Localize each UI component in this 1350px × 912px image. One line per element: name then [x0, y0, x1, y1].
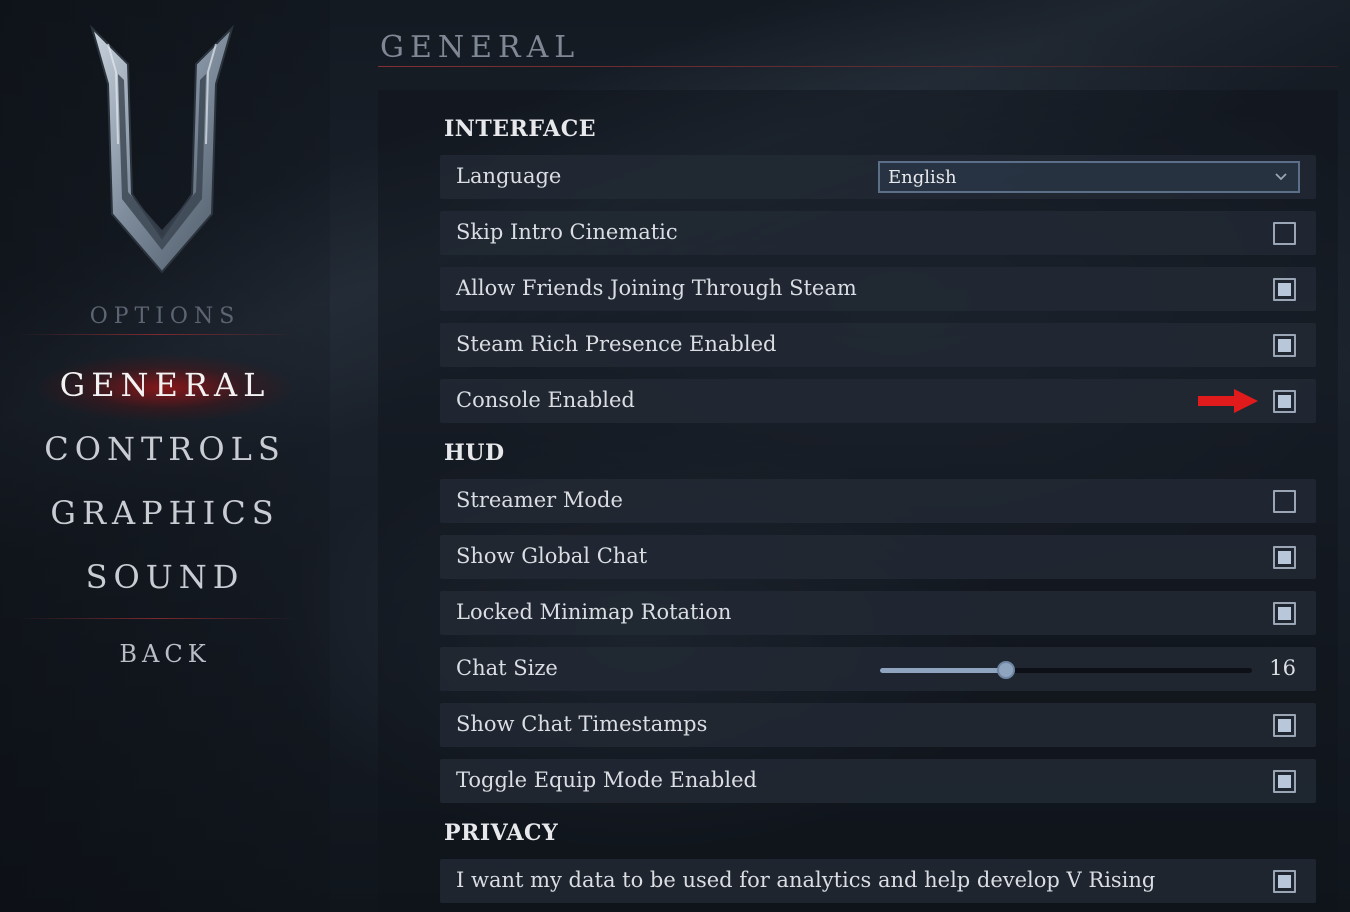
- dropdown-value: English: [888, 167, 957, 188]
- setting-row-steam-rich-presence: Steam Rich Presence Enabled: [440, 323, 1316, 367]
- chat-size-value: 16: [1269, 656, 1296, 680]
- global-chat-checkbox[interactable]: [1273, 546, 1296, 569]
- slider-handle[interactable]: [997, 661, 1016, 679]
- red-arrow-icon: [1198, 389, 1258, 413]
- setting-label: Streamer Mode: [456, 488, 623, 512]
- setting-row-allow-friends: Allow Friends Joining Through Steam: [440, 267, 1316, 311]
- checkbox-fill: [1278, 551, 1291, 564]
- allow-friends-checkbox[interactable]: [1273, 278, 1296, 301]
- chevron-down-icon: [1275, 173, 1287, 181]
- v-rising-logo-icon: [89, 24, 235, 274]
- setting-row-chat-timestamps: Show Chat Timestamps: [440, 703, 1316, 747]
- setting-row-console-enabled: Console Enabled: [440, 379, 1316, 423]
- steam-rich-presence-checkbox[interactable]: [1273, 334, 1296, 357]
- setting-label: Locked Minimap Rotation: [456, 600, 732, 624]
- setting-label: Steam Rich Presence Enabled: [456, 332, 777, 356]
- setting-label: Language: [456, 164, 562, 188]
- checkbox-fill: [1278, 719, 1291, 732]
- setting-label: Show Chat Timestamps: [456, 712, 708, 736]
- setting-row-chat-size: Chat Size 16: [440, 647, 1316, 691]
- chat-size-slider[interactable]: [880, 661, 1252, 679]
- setting-row-skip-intro: Skip Intro Cinematic: [440, 211, 1316, 255]
- nav-general[interactable]: GENERAL: [0, 366, 330, 404]
- section-title-privacy: PRIVACY: [444, 820, 559, 846]
- equip-mode-checkbox[interactable]: [1273, 770, 1296, 793]
- setting-label: Chat Size: [456, 656, 558, 680]
- options-label: OPTIONS: [89, 304, 241, 329]
- section-title-interface: INTERFACE: [444, 116, 597, 142]
- streamer-mode-checkbox[interactable]: [1273, 490, 1296, 513]
- checkbox-fill: [1278, 395, 1291, 408]
- setting-row-language: Language English: [440, 155, 1316, 199]
- setting-label: Skip Intro Cinematic: [456, 220, 678, 244]
- checkbox-fill: [1278, 875, 1291, 888]
- setting-row-minimap-rotation: Locked Minimap Rotation: [440, 591, 1316, 635]
- page-title: GENERAL: [380, 30, 581, 65]
- language-dropdown[interactable]: English: [878, 161, 1300, 193]
- analytics-checkbox[interactable]: [1273, 870, 1296, 893]
- console-enabled-checkbox[interactable]: [1273, 390, 1296, 413]
- sidebar-divider-top: [16, 334, 298, 335]
- checkbox-fill: [1278, 607, 1291, 620]
- checkbox-fill: [1278, 339, 1291, 352]
- checkbox-fill: [1278, 775, 1291, 788]
- setting-label: Show Global Chat: [456, 544, 648, 568]
- setting-row-streamer-mode: Streamer Mode: [440, 479, 1316, 523]
- setting-label: Allow Friends Joining Through Steam: [456, 276, 857, 300]
- nav-controls[interactable]: CONTROLS: [0, 430, 330, 468]
- checkbox-fill: [1278, 283, 1291, 296]
- minimap-rotation-checkbox[interactable]: [1273, 602, 1296, 625]
- section-title-hud: HUD: [444, 440, 505, 466]
- title-divider: [378, 66, 1338, 67]
- nav-graphics[interactable]: GRAPHICS: [0, 494, 330, 532]
- setting-row-global-chat: Show Global Chat: [440, 535, 1316, 579]
- setting-label: Toggle Equip Mode Enabled: [456, 768, 757, 792]
- setting-label: I want my data to be used for analytics …: [456, 868, 1156, 892]
- setting-row-analytics: I want my data to be used for analytics …: [440, 859, 1316, 903]
- skip-intro-checkbox[interactable]: [1273, 222, 1296, 245]
- sidebar: OPTIONS GENERAL CONTROLS GRAPHICS SOUND …: [0, 0, 330, 912]
- chat-timestamps-checkbox[interactable]: [1273, 714, 1296, 737]
- back-button[interactable]: BACK: [0, 640, 330, 668]
- slider-fill: [880, 668, 1007, 673]
- sidebar-divider-bottom: [16, 618, 298, 619]
- setting-row-equip-mode: Toggle Equip Mode Enabled: [440, 759, 1316, 803]
- setting-label: Console Enabled: [456, 388, 635, 412]
- nav-sound[interactable]: SOUND: [0, 558, 330, 596]
